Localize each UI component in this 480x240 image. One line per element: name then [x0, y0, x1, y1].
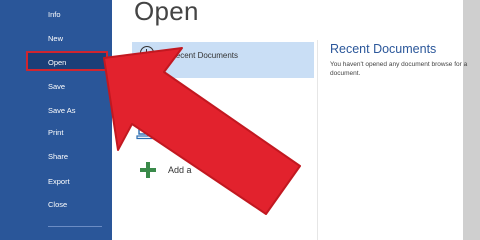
recent-documents-empty-text: You haven't opened any document browse f…: [330, 61, 468, 77]
sidebar-item-save[interactable]: Save: [26, 78, 108, 96]
main-panel: Open Recent Documents Add a Recent Docum…: [112, 0, 467, 240]
place-recent-documents[interactable]: Recent Documents: [132, 42, 314, 78]
add-place-label[interactable]: Add a: [168, 165, 192, 175]
add-place-icon[interactable]: [140, 162, 156, 178]
sidebar-item-open[interactable]: Open: [26, 51, 108, 71]
sidebar-divider: [48, 226, 102, 227]
window-frame: [463, 0, 480, 240]
backstage-view: Info New Open Save Save As Print Share E…: [0, 0, 480, 240]
panel-divider: [317, 40, 318, 240]
sidebar-item-print[interactable]: Print: [26, 124, 108, 142]
backstage-sidebar: Info New Open Save Save As Print Share E…: [0, 0, 112, 240]
sidebar-item-info[interactable]: Info: [26, 6, 108, 24]
sidebar-item-save-as[interactable]: Save As: [26, 102, 108, 120]
sidebar-item-share[interactable]: Share: [26, 148, 108, 166]
place-label: Recent Documents: [170, 51, 239, 60]
page-title: Open: [134, 0, 199, 26]
recent-documents-title: Recent Documents: [330, 42, 437, 56]
clock-icon: [140, 46, 154, 60]
computer-icon[interactable]: [136, 122, 158, 140]
sidebar-item-new[interactable]: New: [26, 30, 108, 48]
sidebar-item-close[interactable]: Close: [26, 196, 108, 214]
sidebar-item-export[interactable]: Export: [26, 173, 108, 191]
